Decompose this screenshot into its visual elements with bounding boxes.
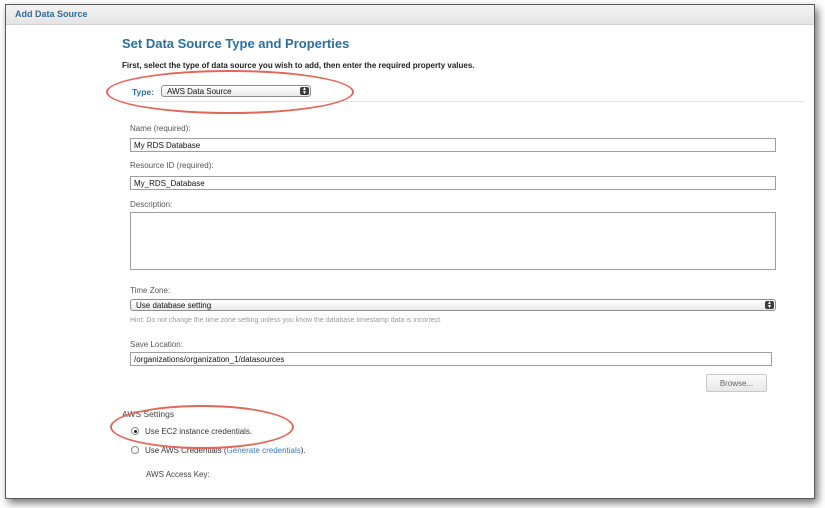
select-arrows-icon: ▲ ▼ [300,87,309,96]
aws-settings-label: AWS Settings [122,409,175,419]
page-heading: Set Data Source Type and Properties [122,36,350,51]
aws-credentials-label-start: Use AWS Credentials ( [145,446,227,455]
save-location-input[interactable]: /organizations/organization_1/datasource… [130,352,772,366]
type-label: Type: [132,87,155,97]
time-zone-label: Time Zone: [130,286,171,295]
aws-credentials-label-end: ). [300,446,306,455]
generate-credentials-link[interactable]: Generate credentials [227,446,301,455]
description-label: Description: [130,200,173,209]
aws-access-key-label: AWS Access Key: [146,470,210,479]
name-input[interactable]: My RDS Database [130,138,776,152]
description-textarea[interactable] [130,212,776,270]
resource-id-input[interactable]: My_RDS_Database [130,176,776,190]
resource-id-label: Resource ID (required): [130,161,214,170]
window-titlebar: Add Data Source [6,5,814,25]
browse-button[interactable]: Browse... [706,374,767,392]
save-location-label: Save Location: [130,340,183,349]
add-data-source-window: Add Data Source Set Data Source Type and… [5,4,815,499]
time-zone-hint: Hint: Do not change the time zone settin… [130,317,443,324]
aws-credentials-radio[interactable] [131,446,139,454]
select-arrows-icon: ▲ ▼ [765,301,774,310]
divider [122,101,804,102]
time-zone-value: Use database setting [136,301,212,310]
window-title: Add Data Source [15,9,88,19]
aws-credentials-label: Use AWS Credentials (Generate credential… [145,446,306,455]
ec2-credentials-label: Use EC2 instance credentials. [145,427,253,436]
name-label: Name (required): [130,124,191,133]
ec2-credentials-radio[interactable] [131,427,139,435]
time-zone-select[interactable]: Use database setting ▲ ▼ [130,299,776,311]
type-select-value: AWS Data Source [167,87,232,96]
page-intro: First, select the type of data source yo… [122,61,475,70]
type-select[interactable]: AWS Data Source ▲ ▼ [161,85,311,97]
